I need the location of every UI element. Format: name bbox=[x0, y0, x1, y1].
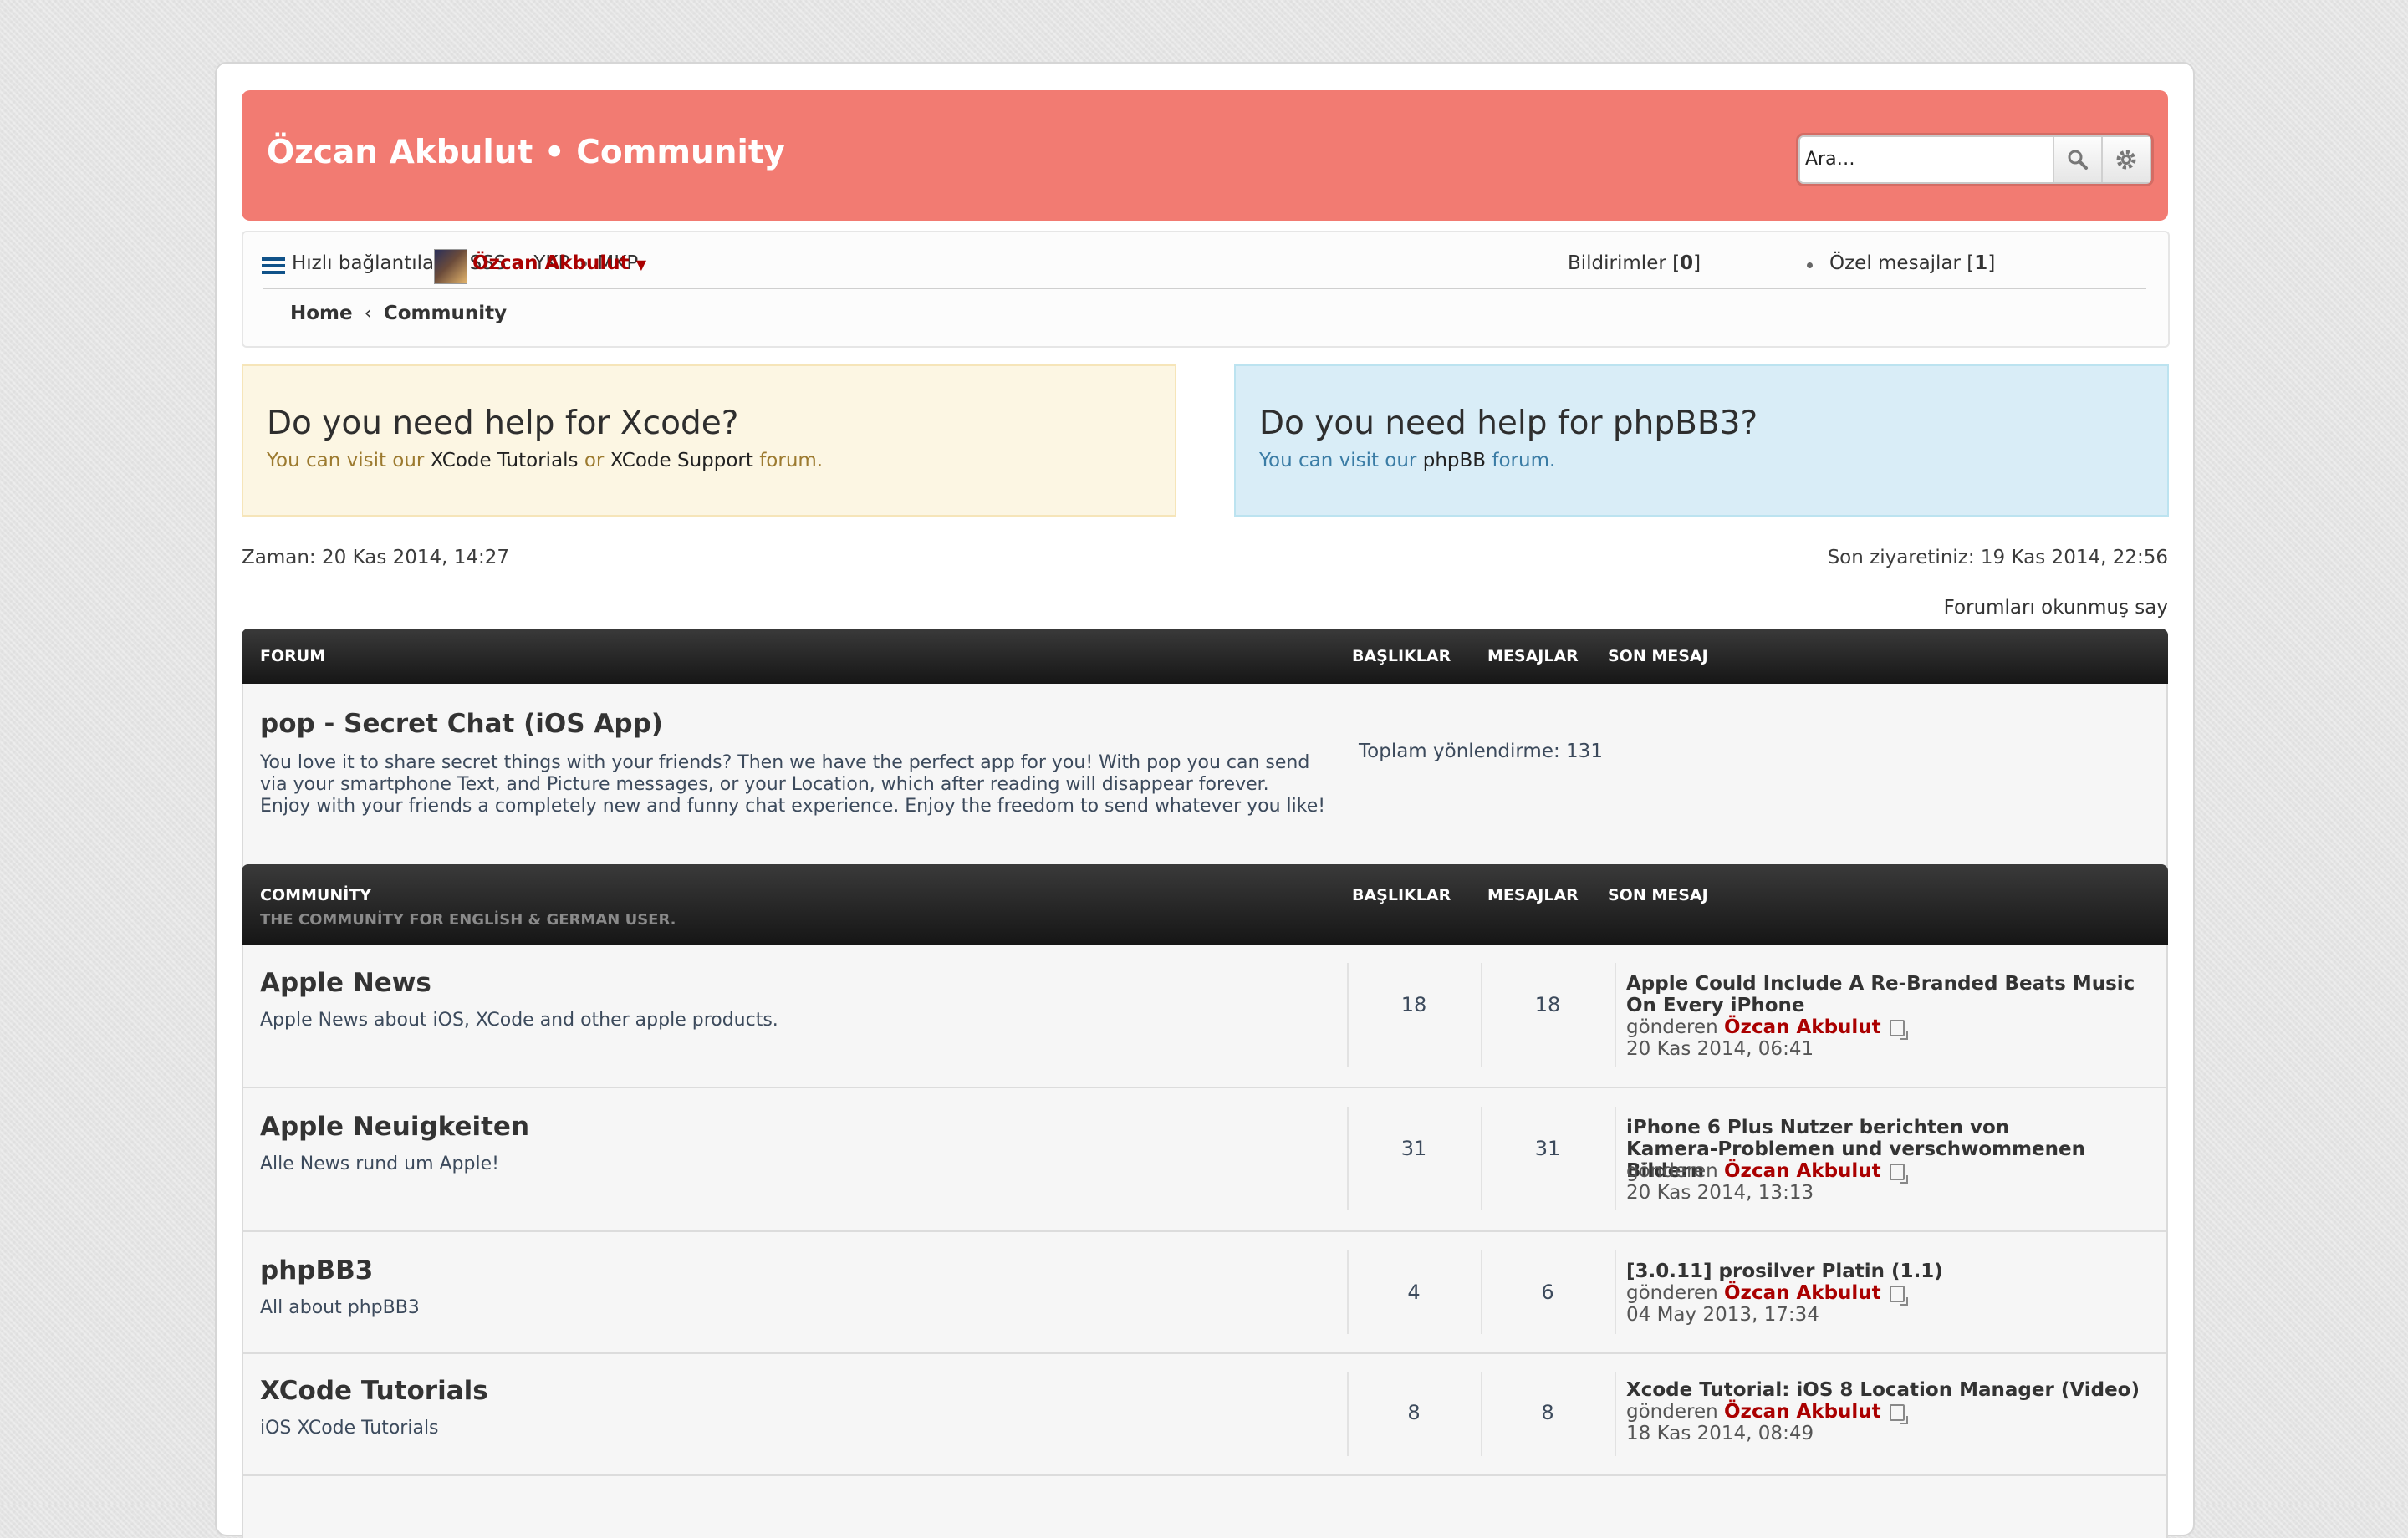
site-header: Özcan Akbulut • Community bbox=[242, 90, 2168, 221]
phpbb-help-text: You can visit our phpBB forum. bbox=[1259, 450, 1556, 471]
table-row: phpBB3 All about phpBB3 4 6 [3.0.11] pro… bbox=[243, 1232, 2166, 1354]
last-post-title[interactable]: [3.0.11] prosilver Platin (1.1) bbox=[1626, 1260, 2155, 1282]
breadcrumb-community[interactable]: Community bbox=[384, 303, 507, 324]
last-post-author: gönderen Özcan Akbulut bbox=[1626, 1401, 1908, 1424]
last-post-date: 04 May 2013, 17:34 bbox=[1626, 1304, 1819, 1326]
col-category[interactable]: COMMUNİTY bbox=[260, 886, 371, 904]
forum-desc-line: Enjoy with your friends a completely new… bbox=[260, 796, 1326, 817]
last-post-author: gönderen Özcan Akbulut bbox=[1626, 1282, 1908, 1306]
last-post-author: gönderen Özcan Akbulut bbox=[1626, 1016, 1908, 1040]
last-post-date: 20 Kas 2014, 13:13 bbox=[1626, 1182, 1814, 1204]
messages-label: Özel mesajlar bbox=[1829, 252, 1961, 274]
breadcrumb: Home ‹ Community bbox=[290, 303, 507, 324]
xcode-help-heading: Do you need help for Xcode? bbox=[267, 405, 739, 442]
last-post-title[interactable]: Xcode Tutorial: iOS 8 Location Manager (… bbox=[1626, 1379, 2155, 1401]
last-post-author: gönderen Özcan Akbulut bbox=[1626, 1160, 1908, 1184]
search-box bbox=[1798, 135, 2151, 184]
current-time: Zaman: 20 Kas 2014, 14:27 bbox=[242, 547, 510, 568]
xcode-help-box: Do you need help for Xcode? You can visi… bbox=[242, 364, 1176, 517]
forum-desc: iOS XCode Tutorials bbox=[260, 1418, 439, 1439]
advanced-search-button[interactable] bbox=[2101, 137, 2150, 182]
forum-title[interactable]: phpBB3 bbox=[260, 1255, 373, 1286]
phpbb-link[interactable]: phpBB bbox=[1423, 450, 1486, 471]
quick-links[interactable]: Hızlı bağlantılar bbox=[292, 252, 442, 274]
breadcrumb-home[interactable]: Home bbox=[290, 303, 353, 324]
last-post-date: 18 Kas 2014, 08:49 bbox=[1626, 1423, 1814, 1444]
topics-count: 8 bbox=[1407, 1401, 1421, 1424]
col-forum: FORUM bbox=[260, 647, 326, 665]
last-post-user[interactable]: Özcan Akbulut bbox=[1724, 1016, 1881, 1038]
topics-count: 4 bbox=[1407, 1281, 1421, 1304]
search-icon bbox=[2068, 150, 2088, 170]
site-title[interactable]: Özcan Akbulut • Community bbox=[267, 134, 785, 171]
last-post-user[interactable]: Özcan Akbulut bbox=[1724, 1160, 1881, 1182]
col-posts: MESAJLAR bbox=[1487, 886, 1579, 904]
forum-desc-line: via your smartphone Text, and Picture me… bbox=[260, 774, 1269, 795]
gear-icon bbox=[2116, 150, 2136, 170]
table-row: Apple Neuigkeiten Alle News rund um Appl… bbox=[243, 1088, 2166, 1232]
menu-icon[interactable] bbox=[262, 257, 285, 278]
view-latest-post-icon[interactable] bbox=[1889, 1019, 1908, 1040]
page-container: Özcan Akbulut • Community Hızlı bağlantı… bbox=[215, 62, 2195, 1538]
forum-title[interactable]: Apple News bbox=[260, 968, 431, 998]
user-menu[interactable]: Özcan Akbulut ▼ bbox=[472, 252, 646, 274]
forum-title[interactable]: Apple Neuigkeiten bbox=[260, 1112, 529, 1142]
forum-title[interactable]: XCode Tutorials bbox=[260, 1376, 488, 1406]
topics-count: 31 bbox=[1400, 1137, 1427, 1160]
messages-count: 1 bbox=[1974, 252, 1988, 274]
last-post-title[interactable]: Apple Could Include A Re-Branded Beats M… bbox=[1626, 973, 2155, 1016]
dropdown-arrow-icon: ▼ bbox=[635, 257, 646, 272]
posts-count: 6 bbox=[1541, 1281, 1554, 1304]
last-post-user[interactable]: Özcan Akbulut bbox=[1724, 1401, 1881, 1423]
search-input[interactable] bbox=[1803, 140, 2049, 177]
col-topics: BAŞLIKLAR bbox=[1352, 886, 1451, 904]
last-visit: Son ziyaretiniz: 19 Kas 2014, 22:56 bbox=[1827, 547, 2168, 568]
search-button[interactable] bbox=[2053, 137, 2101, 182]
col-last-post: SON MESAJ bbox=[1608, 886, 1708, 904]
notifications-label: Bildirimler bbox=[1568, 252, 1666, 274]
posts-count: 31 bbox=[1534, 1137, 1561, 1160]
last-post-date: 20 Kas 2014, 06:41 bbox=[1626, 1038, 1814, 1060]
view-latest-post-icon[interactable] bbox=[1889, 1163, 1908, 1184]
notifications-count: 0 bbox=[1680, 252, 1694, 274]
avatar[interactable] bbox=[434, 249, 467, 284]
xcode-support-link[interactable]: XCode Support bbox=[610, 450, 753, 471]
community-table-body: Apple News Apple News about iOS, XCode a… bbox=[242, 945, 2168, 1538]
table-row: Apple News Apple News about iOS, XCode a… bbox=[243, 945, 2166, 1088]
col-last-post: SON MESAJ bbox=[1608, 647, 1708, 665]
table-row: XCode Tutorials iOS XCode Tutorials 8 8 … bbox=[243, 1354, 2166, 1476]
community-table-header: COMMUNİTY THE COMMUNİTY FOR ENGLİSH & GE… bbox=[242, 864, 2168, 945]
forum-table-header: FORUM BAŞLIKLAR MESAJLAR SON MESAJ bbox=[242, 629, 2168, 684]
forum-desc-line: You love it to share secret things with … bbox=[260, 752, 1310, 773]
mark-forums-read-link[interactable]: Forumları okunmuş say bbox=[1944, 597, 2168, 619]
view-latest-post-icon[interactable] bbox=[1889, 1403, 1908, 1424]
notifications[interactable]: Bildirimler [0] bbox=[1568, 252, 1701, 274]
redirect-count: Toplam yönlendirme: 131 bbox=[1359, 741, 1603, 762]
private-messages[interactable]: Özel mesajlar [1] bbox=[1829, 252, 1995, 274]
topics-count: 18 bbox=[1400, 993, 1427, 1016]
last-post-user[interactable]: Özcan Akbulut bbox=[1724, 1282, 1881, 1304]
breadcrumb-separator-icon: ‹ bbox=[364, 303, 372, 324]
phpbb-help-box: Do you need help for phpBB3? You can vis… bbox=[1234, 364, 2169, 517]
view-latest-post-icon[interactable] bbox=[1889, 1285, 1908, 1306]
forum-desc: Apple News about iOS, XCode and other ap… bbox=[260, 1010, 778, 1031]
divider bbox=[263, 288, 2146, 289]
username: Özcan Akbulut bbox=[472, 252, 630, 274]
category-subtitle: THE COMMUNİTY FOR ENGLİSH & GERMAN USER. bbox=[260, 911, 676, 929]
col-posts: MESAJLAR bbox=[1487, 647, 1579, 665]
posts-count: 18 bbox=[1534, 993, 1561, 1016]
navbar: Hızlı bağlantılar SSS YKP MKP Bildirimler [… bbox=[242, 231, 2170, 348]
phpbb-help-heading: Do you need help for phpBB3? bbox=[1259, 405, 1758, 442]
col-topics: BAŞLIKLAR bbox=[1352, 647, 1451, 665]
posts-count: 8 bbox=[1541, 1401, 1554, 1424]
forum-desc: All about phpBB3 bbox=[260, 1297, 420, 1318]
forum-title[interactable]: pop - Secret Chat (iOS App) bbox=[260, 709, 663, 739]
xcode-help-text: You can visit our XCode Tutorials or XCo… bbox=[267, 450, 824, 471]
forum-desc: Alle News rund um Apple! bbox=[260, 1154, 499, 1174]
xcode-tutorials-link[interactable]: XCode Tutorials bbox=[431, 450, 579, 471]
